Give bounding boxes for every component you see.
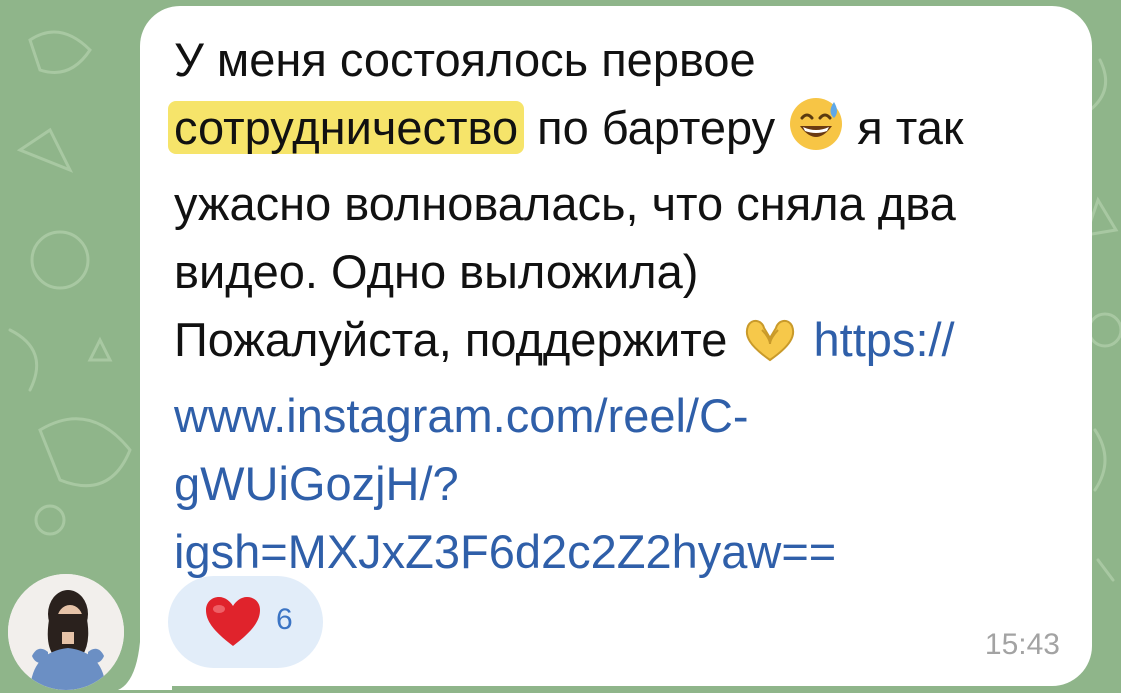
message-line-2: сотрудничество по бартеру я так (168, 94, 1074, 170)
avatar[interactable] (8, 574, 124, 690)
message-timestamp: 15:43 (984, 628, 1060, 661)
link-text-2[interactable]: www.instagram.com/reel/C- (174, 382, 1074, 450)
message-line-2-tail: я так (844, 101, 964, 154)
message-line-3: ужасно волновалась, что сняла два (174, 177, 956, 230)
message-line-5: Пожалуйста, поддержите https:// (174, 306, 1074, 382)
link-text-3[interactable]: gWUiGozjH/? (174, 450, 1074, 518)
avatar-photo (8, 574, 124, 690)
highlighted-word: сотрудничество (168, 101, 525, 154)
message-line-2-text: по бартеру (524, 101, 789, 154)
reaction-count: 6 (276, 603, 293, 636)
message-line-1: У меня состоялось первое (174, 33, 756, 86)
reaction-heart-button[interactable]: 6 (168, 576, 323, 668)
message-text: У меня состоялось первое сотрудничество … (168, 26, 1074, 586)
message-line-4: видео. Одно выложила) (174, 245, 699, 298)
message-bubble[interactable]: У меня состоялось первое сотрудничество … (140, 6, 1092, 686)
grinning-face-with-sweat-icon (788, 96, 844, 170)
red-heart-icon (204, 596, 262, 653)
link-text-4[interactable]: igsh=MXJxZ3F6d2c2Z2hyaw== (174, 518, 1074, 586)
link-text-1[interactable]: https:// (814, 313, 955, 366)
message-line-5-text: Пожалуйста, поддержите (174, 313, 741, 366)
heart-hands-icon (740, 314, 800, 382)
